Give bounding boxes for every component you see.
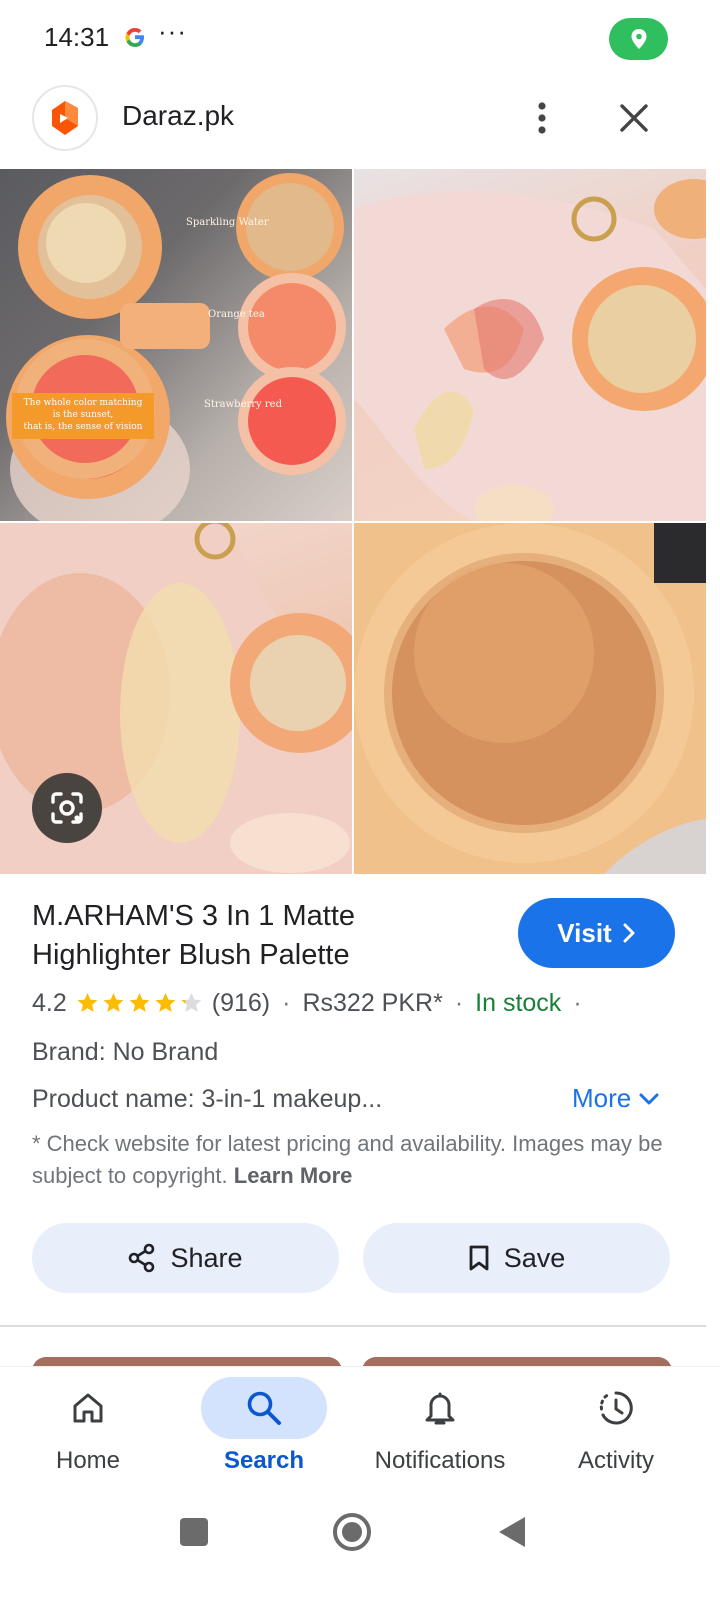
bottom-navigation: Home Search Notifications Activity — [0, 1366, 720, 1490]
nav-notifications[interactable]: Notifications — [352, 1367, 528, 1491]
location-indicator — [609, 18, 668, 60]
banner-line-1: The whole color matching — [23, 398, 143, 408]
visit-button[interactable]: Visit — [518, 898, 675, 968]
site-name[interactable]: Daraz.pk — [122, 100, 234, 132]
circle-icon — [333, 1513, 371, 1551]
chevron-down-icon — [639, 1093, 659, 1104]
status-time: 14:31 — [44, 22, 110, 52]
triangle-back-icon — [499, 1517, 525, 1547]
product-image-palettes[interactable]: Sparkling Water Orange tea Strawberry re… — [0, 169, 352, 521]
product-image-grid[interactable]: Sparkling Water Orange tea Strawberry re… — [0, 169, 706, 874]
nav-home[interactable]: Home — [0, 1367, 176, 1491]
lens-icon — [51, 792, 83, 824]
save-label: Save — [503, 1242, 566, 1273]
share-button[interactable]: Share — [32, 1223, 339, 1293]
product-title: M.ARHAM'S 3 In 1 Matte Highlighter Blush… — [32, 900, 356, 971]
price: Rs322 PKR* — [302, 988, 443, 1017]
nav-search-label: Search — [223, 1447, 305, 1474]
caption-strawberry-red: Strawberry red — [204, 399, 282, 410]
visit-label: Visit — [557, 917, 612, 948]
caption-sparkling-water: Sparkling Water — [186, 217, 269, 228]
square-icon — [180, 1518, 208, 1546]
share-icon — [129, 1243, 155, 1273]
nav-home-label: Home — [55, 1447, 121, 1474]
site-logo[interactable] — [32, 85, 98, 151]
product-name: Product name: 3-in-1 makeup... — [32, 1085, 383, 1113]
recents-button[interactable] — [164, 1502, 224, 1562]
learn-more-link[interactable]: Learn More — [234, 1163, 353, 1188]
rating-value: 4.2 — [32, 988, 67, 1017]
system-navigation-bar — [0, 1490, 720, 1600]
banner-line-2: is the sunset, — [52, 410, 114, 420]
close-icon[interactable] — [610, 94, 658, 142]
separator: · — [573, 988, 582, 1017]
disclaimer: * Check website for latest pricing and a… — [32, 1128, 682, 1192]
nav-search[interactable]: Search — [176, 1367, 352, 1491]
nav-activity[interactable]: Activity — [528, 1367, 704, 1491]
stock-status: In stock — [475, 988, 562, 1017]
bookmark-icon — [469, 1245, 489, 1271]
more-label: More — [572, 1083, 632, 1113]
product-brand: Brand: No Brand — [32, 1038, 219, 1066]
closeup-illustration — [354, 523, 706, 874]
bell-icon — [377, 1377, 503, 1439]
chevron-right-icon — [623, 923, 635, 943]
status-bar: 14:31 ··· — [0, 0, 720, 78]
separator: · — [454, 988, 464, 1017]
app-bar: Daraz.pk — [0, 80, 720, 168]
caption-banner: The whole color matching is the sunset, … — [14, 397, 152, 433]
activity-icon — [553, 1377, 679, 1439]
separator: · — [282, 988, 291, 1017]
more-vert-icon[interactable] — [520, 94, 564, 142]
rating-stars — [75, 991, 204, 1015]
palette-illustration — [6, 173, 346, 521]
save-button[interactable]: Save — [363, 1223, 670, 1293]
divider — [0, 1325, 706, 1327]
product-image-swatch-hand[interactable] — [354, 169, 706, 521]
nav-activity-label: Activity — [577, 1447, 654, 1474]
banner-line-3: that is, the sense of vision — [23, 422, 143, 432]
more-button[interactable]: More — [572, 1083, 659, 1114]
swatch-illustration — [354, 179, 706, 521]
back-button[interactable] — [482, 1502, 542, 1562]
location-icon — [631, 29, 646, 49]
status-overflow-icon: ··· — [158, 16, 187, 46]
product-image-closeup[interactable] — [354, 523, 706, 874]
share-label: Share — [170, 1242, 243, 1273]
caption-orange-tea: Orange tea — [208, 309, 265, 320]
google-icon — [125, 28, 144, 47]
nav-notifications-label: Notifications — [374, 1447, 506, 1474]
home-icon — [25, 1377, 151, 1439]
product-meta-row: 4.2 (916) · Rs322 PKR* · In stock · — [32, 985, 594, 1021]
daraz-logo-icon — [52, 101, 78, 135]
home-button[interactable] — [322, 1502, 382, 1562]
search-icon — [201, 1377, 327, 1439]
review-count: (916) — [211, 988, 271, 1017]
lens-button[interactable] — [32, 773, 102, 843]
